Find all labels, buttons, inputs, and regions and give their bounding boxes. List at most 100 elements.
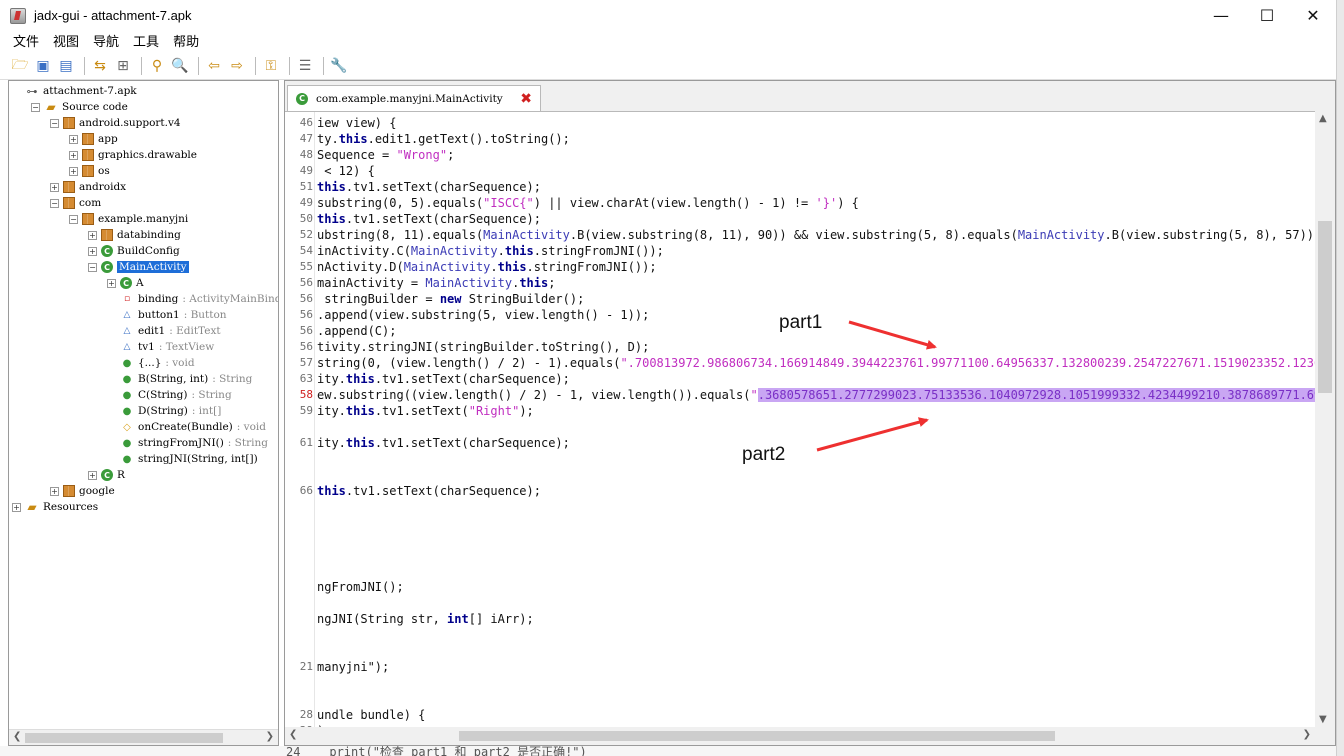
tree-node-label: android.support.v4: [79, 117, 181, 129]
scroll-down-arrow-icon[interactable]: ▼: [1319, 714, 1327, 725]
expand-icon[interactable]: +: [50, 486, 59, 496]
tree-node-label: stringFromJNI(): [138, 437, 224, 449]
tree-node[interactable]: + C A: [107, 275, 144, 291]
tree-node[interactable]: ⊶ attachment-7.apk: [12, 83, 137, 99]
expand-icon[interactable]: +: [12, 502, 21, 512]
tree-node[interactable]: + C R: [88, 467, 125, 483]
tree-node[interactable]: + graphics.drawable: [69, 147, 197, 163]
collapse-icon[interactable]: −: [50, 118, 59, 128]
tree-node[interactable]: + app: [69, 131, 118, 147]
code-line: ngJNI(String str, int[] iArr);: [285, 611, 1315, 627]
package-icon: [82, 165, 94, 177]
tree-node[interactable]: ● stringJNI(String, int[]): [107, 451, 258, 467]
menu-item-0[interactable]: 文件: [0, 31, 46, 53]
code-text: ty.this.edit1.getText().toString();: [317, 132, 570, 146]
tree-node[interactable]: − com: [50, 195, 101, 211]
tree-node[interactable]: + google: [50, 483, 115, 499]
log-icon[interactable]: ☰: [295, 56, 315, 76]
tree-node[interactable]: − C MainActivity: [88, 259, 189, 275]
tree-node[interactable]: ◇ onCreate(Bundle): void: [107, 419, 266, 435]
class-icon: C: [101, 245, 113, 257]
field-icon: △: [123, 310, 131, 320]
save-icon[interactable]: ▣: [33, 56, 53, 76]
tree-node[interactable]: △ edit1: EditText: [107, 323, 221, 339]
expand-icon[interactable]: +: [107, 278, 116, 288]
menu-item-4[interactable]: 帮助: [166, 31, 206, 53]
background-code: 24 print("检查 part1 和 part2 是否正确!"): [286, 746, 587, 756]
scroll-up-arrow-icon[interactable]: ▲: [1319, 113, 1327, 124]
editor-horizontal-scrollbar[interactable]: ❮ ❯: [285, 727, 1315, 745]
maximize-button[interactable]: ☐: [1244, 0, 1290, 31]
scroll-left-arrow-icon[interactable]: ❮: [13, 731, 21, 742]
tree-node[interactable]: − ▰ Source code: [31, 99, 128, 115]
sync-icon[interactable]: ⇆: [90, 56, 110, 76]
editor-vertical-scrollbar[interactable]: ▲ ▼: [1315, 111, 1335, 727]
tree-node[interactable]: △ tv1: TextView: [107, 339, 215, 355]
expand-icon[interactable]: +: [69, 150, 78, 160]
tree-node[interactable]: ● {...}: void: [107, 355, 195, 371]
toolbar-separator: [255, 57, 256, 75]
tree-node-label: R: [117, 469, 125, 481]
tree-node-label: stringJNI(String, int[]): [138, 453, 258, 465]
close-button[interactable]: ✕: [1290, 0, 1336, 31]
tree-node[interactable]: + databinding: [88, 227, 181, 243]
menu-item-1[interactable]: 视图: [46, 31, 86, 53]
tree-node[interactable]: ● B(String, int): String: [107, 371, 253, 387]
tree-node-label: graphics.drawable: [98, 149, 197, 161]
expand-icon[interactable]: +: [88, 246, 97, 256]
scroll-right-arrow-icon[interactable]: ❯: [266, 731, 274, 742]
scroll-right-arrow-icon[interactable]: ❯: [1303, 729, 1311, 740]
tree-scroll-thumb[interactable]: [25, 733, 223, 743]
code-text: mainActivity = MainActivity.this;: [317, 276, 556, 290]
code-text: ubstring(8, 11).equals(MainActivity.B(vi…: [317, 228, 1315, 242]
tree-node[interactable]: ● C(String): String: [107, 387, 232, 403]
open-folder-icon[interactable]: 🗁: [10, 56, 30, 76]
tree-node[interactable]: − android.support.v4: [50, 115, 181, 131]
tree-node[interactable]: + os: [69, 163, 110, 179]
scroll-left-arrow-icon[interactable]: ❮: [289, 729, 297, 740]
menu-bar: 文件 视图 导航 工具 帮助: [0, 31, 1336, 53]
line-number: 47: [299, 132, 313, 145]
collapse-icon[interactable]: −: [88, 262, 97, 272]
collapse-icon[interactable]: −: [50, 198, 59, 208]
expand-icon[interactable]: +: [69, 134, 78, 144]
tree-node[interactable]: ▫ binding: ActivityMainBind: [107, 291, 278, 307]
class-search-icon[interactable]: 🔍: [170, 56, 190, 76]
project-tree[interactable]: ⊶ attachment-7.apk − ▰ Source code − android.s…: [9, 81, 278, 729]
tree-node[interactable]: + ▰ Resources: [12, 499, 98, 515]
flat-packages-icon[interactable]: ⊞: [113, 56, 133, 76]
back-icon[interactable]: ⇦: [204, 56, 224, 76]
text-search-icon[interactable]: ⚲: [147, 56, 167, 76]
forward-icon[interactable]: ⇨: [227, 56, 247, 76]
code-text: undle bundle) {: [317, 708, 426, 722]
editor-vscroll-thumb[interactable]: [1318, 221, 1332, 393]
code-editor[interactable]: 46 iew view) {47 ty.this.edit1.getText().t…: [285, 111, 1315, 727]
tree-node[interactable]: △ button1: Button: [107, 307, 227, 323]
save-all-icon[interactable]: ▤: [56, 56, 76, 76]
menu-item-3[interactable]: 工具: [126, 31, 166, 53]
expand-icon[interactable]: +: [50, 182, 59, 192]
line-number: 57: [299, 356, 313, 369]
editor-hscroll-thumb[interactable]: [459, 731, 1055, 741]
collapse-icon[interactable]: −: [69, 214, 78, 224]
tree-node[interactable]: + C BuildConfig: [88, 243, 180, 259]
tree-node[interactable]: ● D(String): int[]: [107, 403, 222, 419]
expand-icon[interactable]: +: [88, 230, 97, 240]
project-tree-panel: ⊶ attachment-7.apk − ▰ Source code − android.s…: [8, 80, 279, 746]
tree-horizontal-scrollbar[interactable]: ❮ ❯: [9, 729, 278, 745]
menu-item-2[interactable]: 导航: [86, 31, 126, 53]
tab-main-activity[interactable]: C com.example.manyjni.MainActivity ✖: [287, 85, 541, 111]
minimize-button[interactable]: —: [1198, 0, 1244, 31]
preferences-icon[interactable]: 🔧: [329, 56, 349, 76]
deobfuscation-icon[interactable]: ⚿: [261, 56, 281, 76]
tree-node[interactable]: + androidx: [50, 179, 126, 195]
expand-icon[interactable]: +: [69, 166, 78, 176]
tree-node[interactable]: − example.manyjni: [69, 211, 188, 227]
collapse-icon[interactable]: −: [31, 102, 40, 112]
window-controls: — ☐ ✕: [1198, 0, 1336, 31]
tab-close-icon[interactable]: ✖: [520, 91, 532, 107]
expand-icon[interactable]: +: [88, 470, 97, 480]
tree-node[interactable]: ● stringFromJNI(): String: [107, 435, 268, 451]
